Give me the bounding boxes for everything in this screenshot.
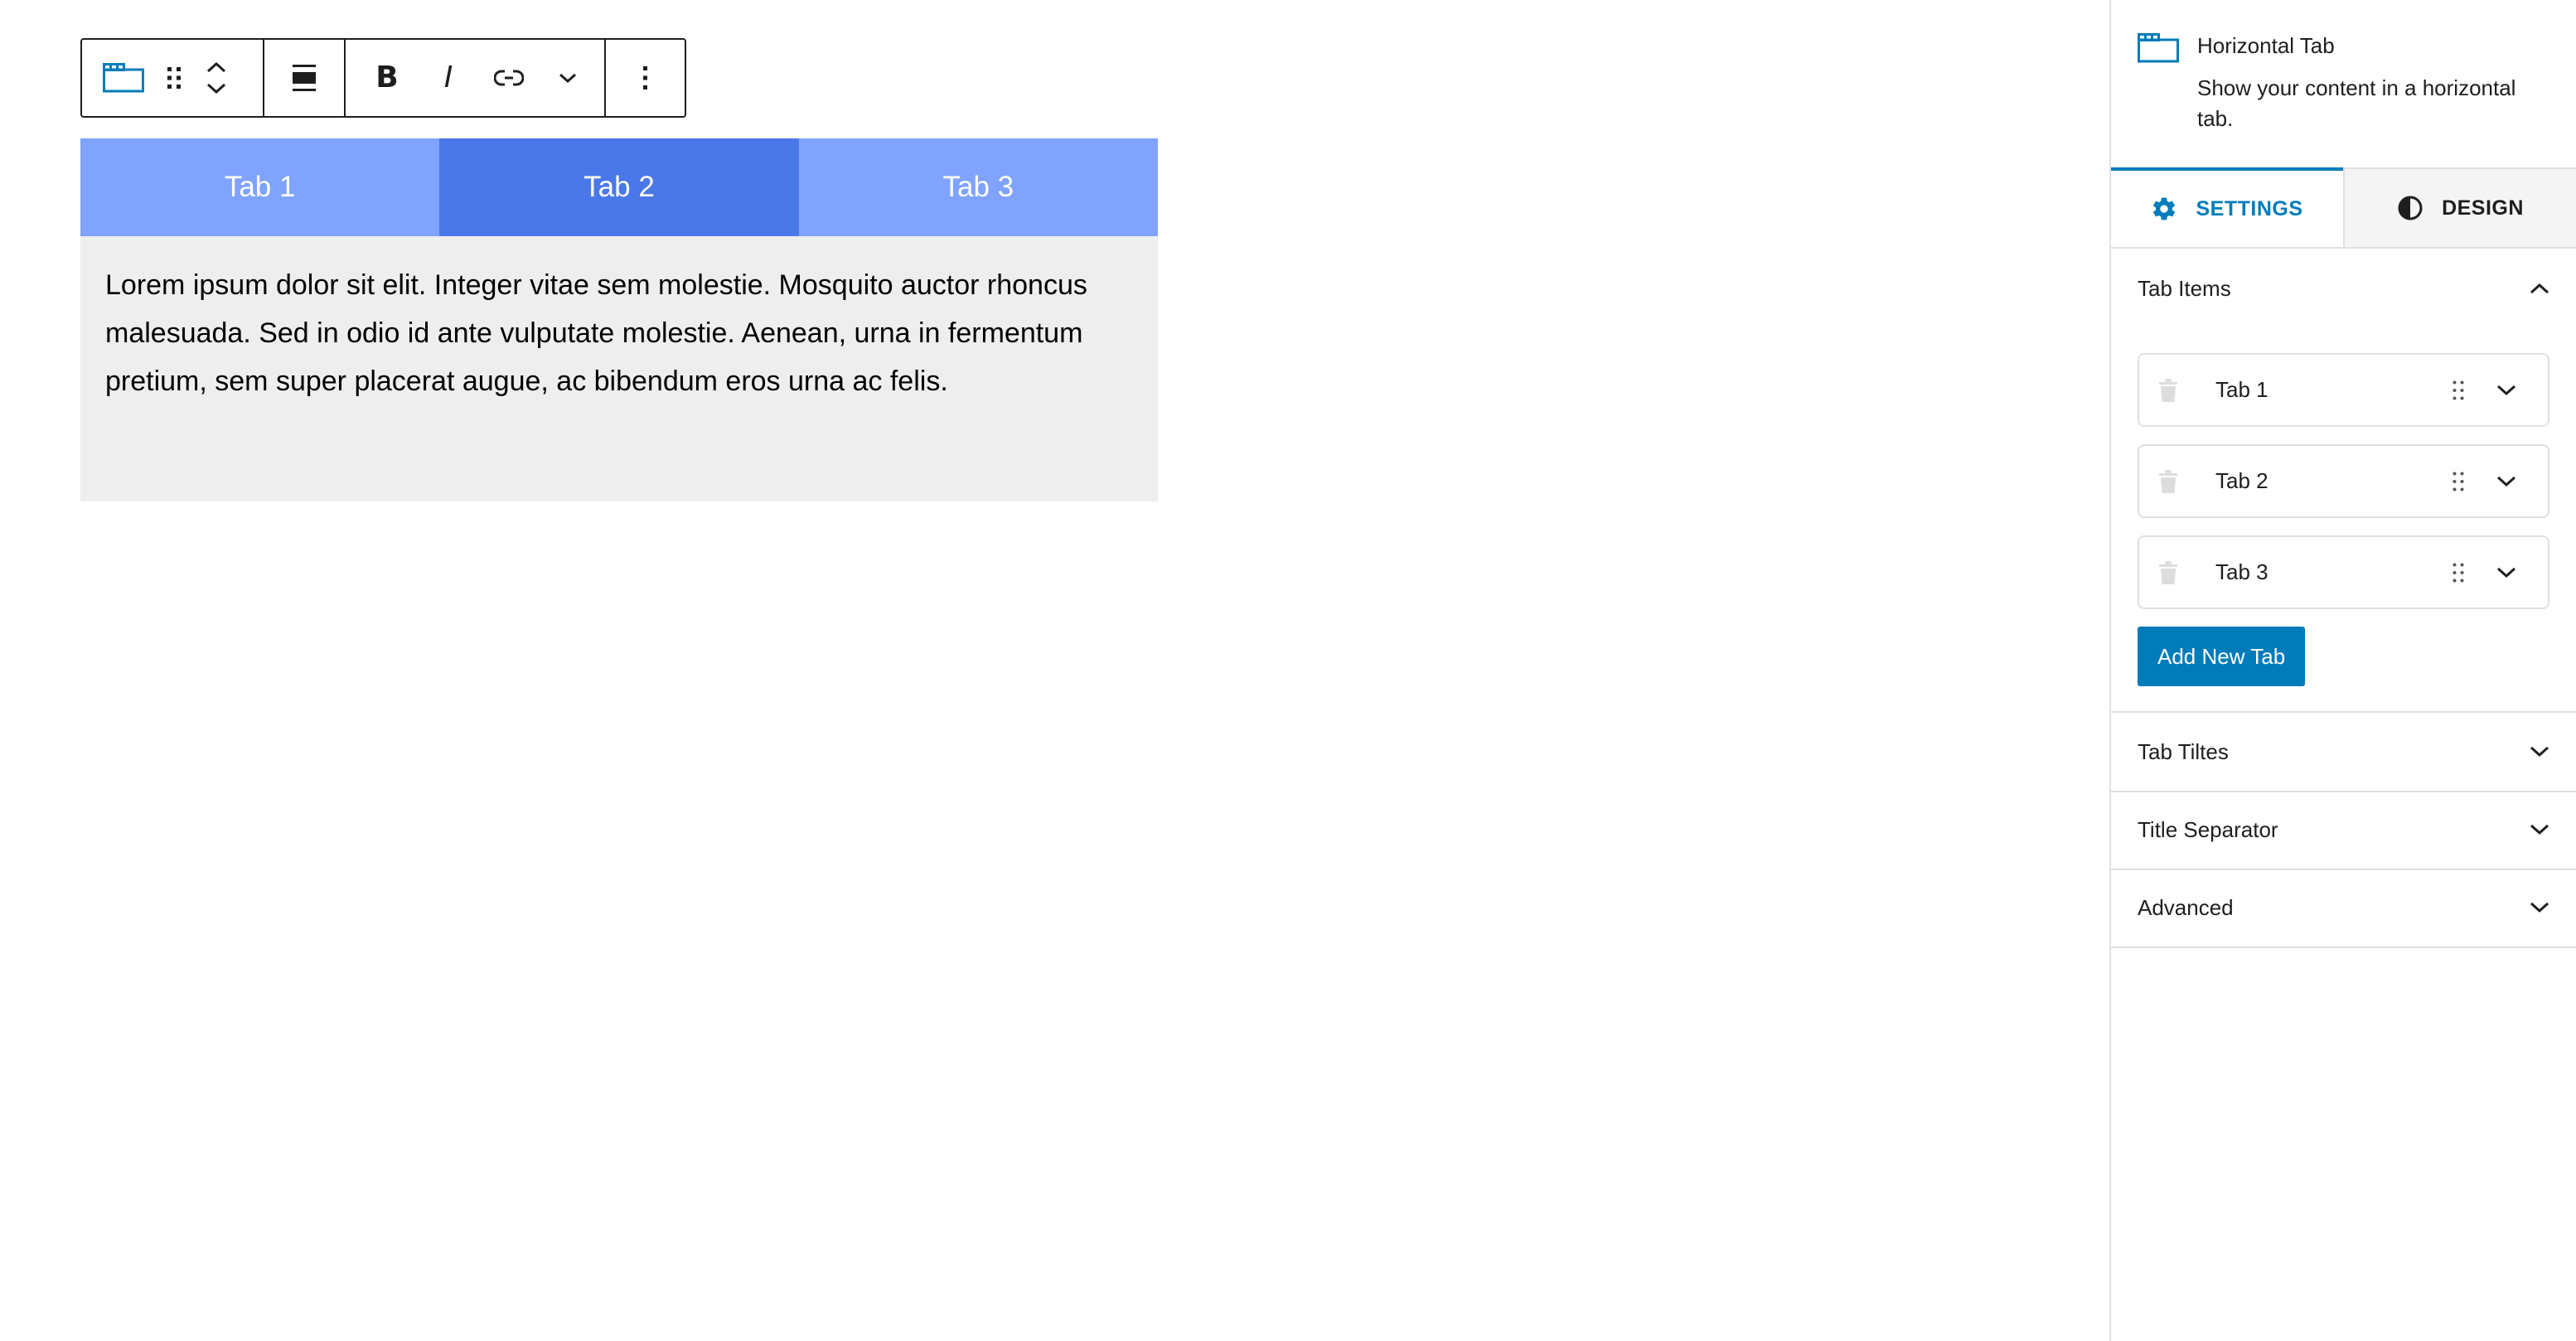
move-up-button[interactable] [206,61,226,73]
trash-icon [2159,469,2177,493]
italic-icon: I [443,61,453,94]
panel-title: Tab Tiltes [2138,738,2229,764]
tab-content-text[interactable]: Lorem ipsum dolor sit elit. Integer vita… [105,261,1133,405]
italic-button[interactable]: I [432,63,465,93]
block-type-button[interactable] [100,63,147,93]
panel-tab-titles: Tab Tiltes [2111,713,2576,792]
panel-tab-items-toggle[interactable]: Tab Items [2111,249,2576,328]
reorder-handle[interactable] [2442,563,2475,583]
tab-item-label: Tab 1 [2215,377,2269,402]
link-icon [494,70,524,86]
drag-handle-icon [2453,472,2464,491]
contrast-icon [2398,196,2423,220]
add-new-tab-button[interactable]: Add New Tab [2138,627,2306,686]
tab-item: Tab 1 [2138,353,2549,427]
reorder-handle[interactable] [2442,472,2475,491]
trash-icon [2159,378,2177,402]
tab-2[interactable]: Tab 2 [439,138,799,236]
expand-tab-button[interactable] [2490,567,2523,579]
toolbar-group-align [264,40,346,116]
panel-tab-titles-toggle[interactable]: Tab Tiltes [2111,713,2576,791]
link-button[interactable] [488,68,530,88]
tab-bar: Tab 1 Tab 2 Tab 3 [80,138,1158,236]
tab-1[interactable]: Tab 1 [80,138,440,236]
tab-items-list: Tab 1 Tab 2 Tab 3 [2111,353,2576,609]
chevron-down-icon [206,83,226,94]
panel-advanced-toggle[interactable]: Advanced [2111,869,2576,946]
block-toolbar: B I [80,38,686,118]
toolbar-group-format: B I [346,40,606,116]
chevron-down-icon [2496,476,2516,487]
options-button[interactable] [642,65,649,90]
delete-tab-button[interactable] [2156,469,2181,494]
chevron-up-icon [206,61,226,73]
tab-settings[interactable]: SETTINGS [2111,167,2343,247]
expand-tab-button[interactable] [2490,476,2523,487]
toolbar-group-block [82,40,264,116]
align-button[interactable] [292,64,317,92]
panel-title: Advanced [2138,894,2234,920]
tab-label: Tab 2 [583,171,655,203]
bold-button[interactable]: B [370,63,404,93]
settings-sidebar: Horizontal Tab Show your content in a ho… [2109,0,2576,1341]
trash-icon [2159,560,2177,584]
block-description: Show your content in a horizontal tab. [2197,75,2516,131]
chevron-down-icon [2496,567,2516,578]
move-buttons [206,61,226,94]
tab-item: Tab 3 [2138,535,2549,609]
panel-title: Title Separator [2138,816,2278,842]
sidebar-tabs: SETTINGS DESIGN [2111,167,2576,249]
tab-3[interactable]: Tab 3 [798,138,1158,236]
tab-content-panel[interactable]: Lorem ipsum dolor sit elit. Integer vita… [80,236,1158,501]
tab-item-label: Tab 3 [2215,559,2269,584]
panel-title-separator: Title Separator [2111,791,2576,870]
panel-advanced: Advanced [2111,869,2576,948]
block-card: Horizontal Tab Show your content in a ho… [2111,0,2576,167]
delete-tab-button[interactable] [2156,378,2181,403]
tab-label: Tab 3 [942,171,1014,203]
delete-tab-button[interactable] [2156,560,2181,585]
chevron-down-icon [2530,902,2549,913]
panel-tab-items: Tab Items Tab 1 Tab 2 Tab 3 Add New Tab [2111,249,2576,713]
reorder-handle[interactable] [2442,380,2475,400]
toolbar-group-options [606,40,685,116]
gear-icon [2153,197,2176,220]
chevron-down-icon [559,73,576,84]
drag-handle-icon [167,67,181,89]
tab-item: Tab 2 [2138,444,2549,518]
block-title: Horizontal Tab [2197,33,2335,58]
tab-item-label: Tab 2 [2215,468,2269,493]
horizontal-tab-icon [2138,33,2179,63]
tab-label: Tab 1 [224,171,296,203]
horizontal-tab-block[interactable]: Tab 1 Tab 2 Tab 3 Lorem ipsum dolor sit … [80,138,1158,501]
more-vertical-icon [642,66,647,90]
tab-design-label: DESIGN [2442,196,2524,220]
align-wide-icon [293,65,316,91]
chevron-down-icon [2530,824,2549,835]
more-formatting-button[interactable] [551,72,584,84]
tab-settings-label: SETTINGS [2196,196,2303,220]
bold-icon: B [375,61,399,94]
drag-handle-button[interactable] [153,65,195,90]
drag-handle-icon [2453,563,2464,582]
panel-title-separator-toggle[interactable]: Title Separator [2111,791,2576,869]
expand-tab-button[interactable] [2490,385,2523,396]
move-down-button[interactable] [206,83,226,94]
panel-title: Tab Items [2138,275,2231,301]
tab-design[interactable]: DESIGN [2343,167,2576,247]
chevron-down-icon [2530,746,2549,758]
horizontal-tab-icon [103,63,144,93]
drag-handle-icon [2453,380,2464,399]
chevron-up-icon [2530,283,2549,294]
chevron-down-icon [2496,385,2516,395]
